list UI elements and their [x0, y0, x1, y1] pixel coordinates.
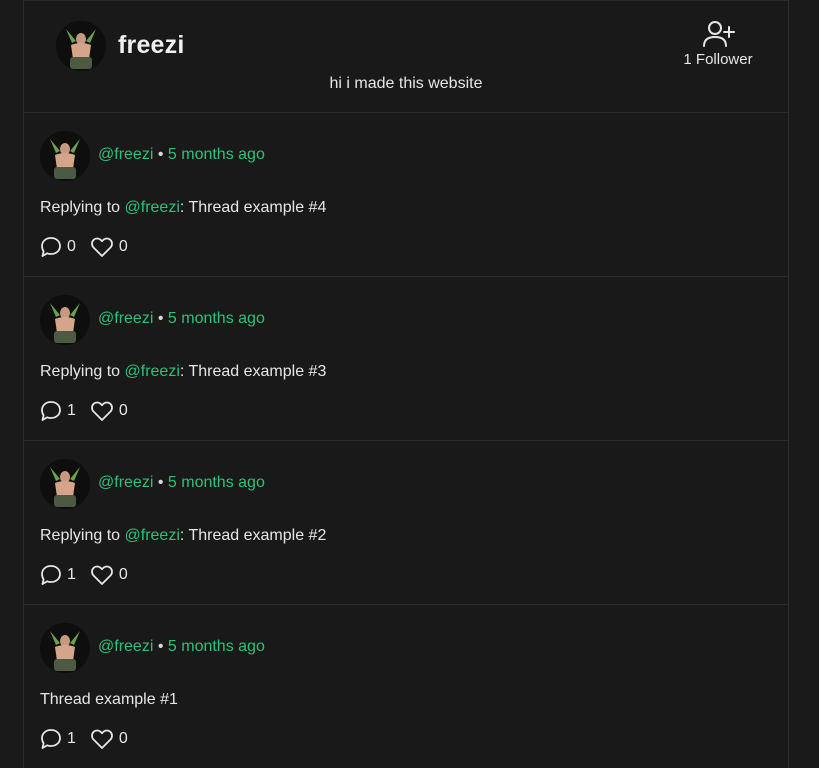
post-text: Thread example #3: [184, 363, 327, 380]
meta-separator: •: [157, 146, 164, 163]
post-actions: 1 0: [40, 564, 142, 586]
user-plus-icon[interactable]: [701, 19, 735, 49]
avatar-image: [40, 459, 90, 509]
follow-button[interactable]: 1 Follower: [678, 19, 758, 68]
post-text: Thread example #1: [40, 691, 178, 708]
like-count: 0: [118, 730, 128, 747]
comment-icon: [41, 565, 61, 585]
heart-icon: [91, 565, 113, 585]
thread-post[interactable]: @freezi • 5 months ago Replying to @free…: [24, 441, 788, 605]
profile-header: freezi hi i made this website 1 Follower: [24, 0, 788, 113]
thread-post[interactable]: @freezi • 5 months ago Replying to @free…: [24, 113, 788, 277]
heart-icon: [91, 729, 113, 749]
avatar-image: [40, 131, 90, 181]
comment-button[interactable]: 1: [40, 728, 76, 750]
reply-prefix: Replying to: [40, 527, 121, 544]
heart-icon: [91, 237, 113, 257]
post-meta: @freezi • 5 months ago: [98, 146, 265, 164]
post-timestamp[interactable]: 5 months ago: [168, 638, 265, 655]
like-button[interactable]: 0: [90, 564, 128, 586]
comment-button[interactable]: 1: [40, 400, 76, 422]
heart-icon: [91, 401, 113, 421]
comment-count: 1: [67, 402, 76, 419]
profile-bio: hi i made this website: [329, 75, 483, 92]
reply-to-link[interactable]: @freezi: [125, 363, 180, 380]
post-content: Replying to @freezi: Thread example #4: [40, 199, 326, 217]
post-meta: @freezi • 5 months ago: [98, 310, 265, 328]
post-avatar[interactable]: [40, 623, 90, 673]
thread-post[interactable]: @freezi • 5 months ago Thread example #1…: [24, 605, 788, 768]
like-count: 0: [118, 566, 128, 583]
like-button[interactable]: 0: [90, 728, 128, 750]
like-count: 0: [118, 402, 128, 419]
post-actions: 0 0: [40, 236, 142, 258]
post-timestamp[interactable]: 5 months ago: [168, 310, 265, 327]
follower-count[interactable]: 1 Follower: [678, 51, 758, 68]
like-button[interactable]: 0: [90, 236, 128, 258]
post-author-link[interactable]: @freezi: [98, 310, 153, 327]
comment-button[interactable]: 0: [40, 236, 76, 258]
post-content: Replying to @freezi: Thread example #3: [40, 363, 326, 381]
post-author-link[interactable]: @freezi: [98, 474, 153, 491]
reply-to-link[interactable]: @freezi: [125, 527, 180, 544]
post-text: Thread example #4: [184, 199, 327, 216]
comment-icon: [41, 237, 61, 257]
post-meta: @freezi • 5 months ago: [98, 638, 265, 656]
post-author-link[interactable]: @freezi: [98, 638, 153, 655]
post-meta: @freezi • 5 months ago: [98, 474, 265, 492]
thread-post[interactable]: @freezi • 5 months ago Replying to @free…: [24, 277, 788, 441]
reply-prefix: Replying to: [40, 199, 121, 216]
meta-separator: •: [157, 310, 164, 327]
profile-username: freezi: [118, 31, 185, 59]
page: freezi hi i made this website 1 Follower: [0, 0, 819, 768]
post-text: Thread example #2: [184, 527, 327, 544]
like-count: 0: [118, 238, 128, 255]
comment-icon: [41, 401, 61, 421]
post-timestamp[interactable]: 5 months ago: [168, 146, 265, 163]
profile-column: freezi hi i made this website 1 Follower: [23, 0, 789, 768]
post-timestamp[interactable]: 5 months ago: [168, 474, 265, 491]
avatar-image: [56, 21, 106, 71]
comment-count: 1: [67, 566, 76, 583]
meta-separator: •: [157, 638, 164, 655]
post-actions: 1 0: [40, 400, 142, 422]
post-avatar[interactable]: [40, 131, 90, 181]
post-avatar[interactable]: [40, 295, 90, 345]
comment-count: 1: [67, 730, 76, 747]
post-avatar[interactable]: [40, 459, 90, 509]
reply-prefix: Replying to: [40, 363, 121, 380]
post-author-link[interactable]: @freezi: [98, 146, 153, 163]
comment-button[interactable]: 1: [40, 564, 76, 586]
comment-count: 0: [67, 238, 76, 255]
avatar-image: [40, 295, 90, 345]
post-actions: 1 0: [40, 728, 142, 750]
meta-separator: •: [157, 474, 164, 491]
post-content: Replying to @freezi: Thread example #2: [40, 527, 326, 545]
comment-icon: [41, 729, 61, 749]
profile-avatar[interactable]: [56, 21, 106, 71]
avatar-image: [40, 623, 90, 673]
reply-to-link[interactable]: @freezi: [125, 199, 180, 216]
like-button[interactable]: 0: [90, 400, 128, 422]
post-content: Thread example #1: [40, 691, 178, 709]
